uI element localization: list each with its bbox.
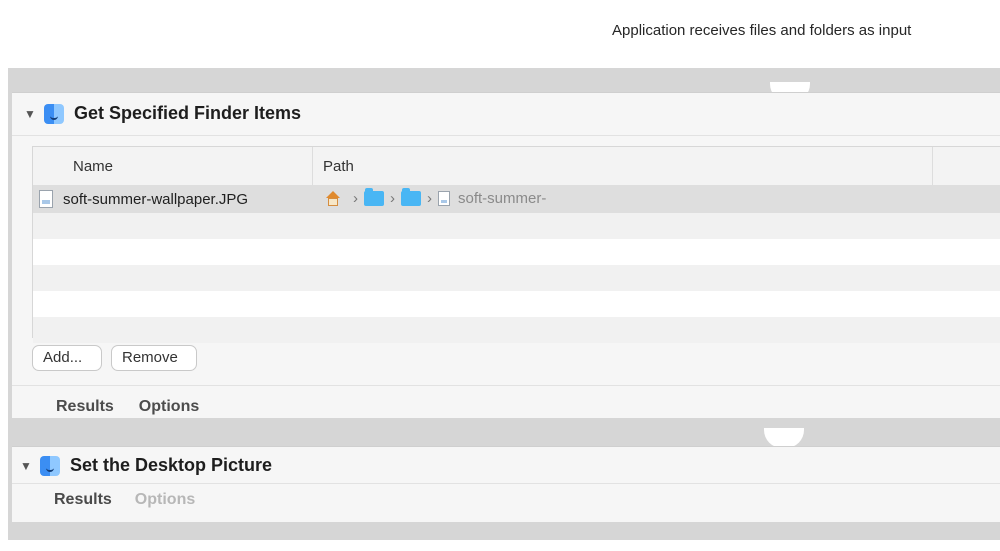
file-name-cell: soft-summer-wallpaper.JPG	[39, 190, 248, 208]
finder-items-table[interactable]: Name Path soft-summer-wallpaper.JPG › ›	[32, 146, 1000, 343]
disclosure-triangle-icon[interactable]: ▼	[20, 459, 36, 473]
divider	[12, 385, 1000, 386]
action-header: ▼ Get Specified Finder Items	[24, 103, 301, 124]
table-row	[33, 291, 1000, 317]
name-column-header[interactable]: Name	[63, 147, 313, 185]
table-row	[33, 239, 1000, 265]
divider	[12, 483, 1000, 484]
path-column-header[interactable]: Path	[313, 147, 933, 185]
table-header-spacer	[33, 147, 64, 185]
tab-results[interactable]: Results	[54, 491, 112, 509]
table-row	[33, 265, 1000, 291]
path-file-name: soft-summer-	[458, 190, 547, 207]
action-set-desktop-picture: ▼ Set the Desktop Picture Results Option…	[12, 446, 1000, 522]
tab-results[interactable]: Results	[56, 398, 114, 416]
table-row[interactable]: soft-summer-wallpaper.JPG › › › soft-sum…	[33, 185, 1000, 213]
action-tabs: Results Options	[56, 398, 199, 416]
tab-options: Options	[134, 491, 196, 508]
finder-icon	[40, 455, 60, 476]
action-title: Get Specified Finder Items	[74, 103, 302, 123]
table-row	[33, 317, 1000, 343]
add-button[interactable]: Add...	[32, 345, 102, 371]
tab-options[interactable]: Options	[139, 398, 199, 416]
table-row	[33, 213, 1000, 239]
input-description: Application receives files and folders a…	[612, 22, 912, 39]
action-get-specified-finder-items: ▼ Get Specified Finder Items Name Path s…	[12, 92, 1000, 418]
home-icon	[325, 190, 341, 207]
folder-icon	[401, 188, 421, 206]
chevron-right-icon: ›	[427, 190, 432, 207]
chevron-right-icon: ›	[353, 190, 358, 207]
action-tabs: Results Options	[54, 491, 195, 509]
table-header-end	[933, 147, 1000, 185]
folder-icon	[364, 188, 384, 206]
path-control[interactable]: › › › soft-summer-	[325, 188, 547, 207]
finder-icon	[44, 103, 64, 124]
remove-button[interactable]: Remove	[111, 345, 197, 371]
chevron-right-icon: ›	[390, 190, 395, 207]
document-icon	[438, 191, 450, 206]
document-icon	[39, 190, 53, 208]
divider	[12, 135, 1000, 136]
disclosure-triangle-icon[interactable]: ▼	[24, 107, 40, 121]
action-title: Set the Desktop Picture	[70, 455, 273, 475]
action-header: ▼ Set the Desktop Picture	[20, 455, 272, 476]
file-name: soft-summer-wallpaper.JPG	[63, 190, 249, 208]
table-rows: soft-summer-wallpaper.JPG › › › soft-sum…	[33, 185, 1000, 343]
